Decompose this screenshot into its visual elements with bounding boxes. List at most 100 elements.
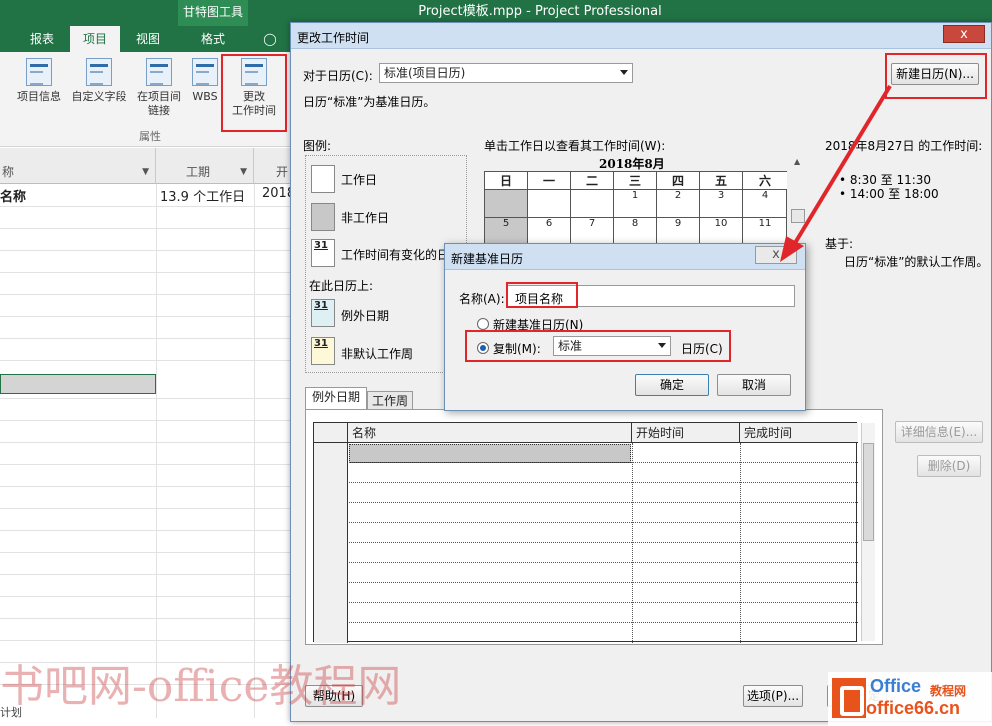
legend-nondefault-label: 非默认工作周 — [341, 347, 414, 361]
table-row[interactable] — [314, 623, 858, 643]
for-calendar-value: 标准(项目日历) — [384, 66, 466, 80]
logo-text-bottom: office66.cn — [866, 698, 961, 718]
details-button[interactable]: 详细信息(E)... — [895, 421, 983, 443]
legend-exception-label: 例外日期 — [341, 309, 390, 323]
table-row[interactable] — [314, 483, 858, 503]
calendar-day[interactable]: 6 — [528, 218, 571, 246]
new-base-calendar-dialog: 新建基准日历 x 名称(A): 项目名称 新建基准日历(N) 复制(M): 标准… — [444, 243, 806, 411]
options-button[interactable]: 选项(P)... — [743, 685, 803, 707]
highlight-box-ribbon — [221, 54, 287, 132]
tab-format[interactable]: 格式 — [186, 26, 240, 52]
table-row[interactable] — [314, 503, 858, 523]
chevron-down-icon — [620, 70, 628, 75]
table-row[interactable] — [314, 563, 858, 583]
table-row[interactable] — [314, 523, 858, 543]
dialog-title: 更改工作时间 — [297, 31, 370, 45]
calendar-day[interactable] — [485, 190, 528, 218]
legend-exception-swatch: 31 — [311, 299, 335, 327]
weekday-header: 三 — [614, 172, 657, 190]
task-duration-cell[interactable]: 13.9 个工作日 — [160, 186, 245, 205]
tab-report[interactable]: 报表 — [20, 26, 64, 52]
legend-on-this-calendar: 在此日历上: — [309, 279, 374, 293]
links-label-1: 在项目间 — [137, 90, 181, 103]
custom-fields-label: 自定义字段 — [71, 90, 127, 103]
links-between-projects-button[interactable]: 在项目间 链接 — [132, 58, 186, 118]
column-header-duration[interactable]: 工期 ▼ — [156, 148, 254, 184]
for-calendar-label: 对于日历(C): — [303, 69, 373, 83]
column-header-name[interactable]: 称 ▼ — [0, 148, 156, 184]
row-header-corner — [314, 423, 348, 443]
legend-nondefault-swatch: 31 — [311, 337, 335, 365]
ribbon-group-label: 属性 — [139, 130, 161, 143]
table-row[interactable] — [314, 583, 858, 603]
calendar-day[interactable]: 5 — [485, 218, 528, 246]
weekday-header: 二 — [571, 172, 614, 190]
legend-nonworkday-label: 非工作日 — [341, 211, 390, 225]
logo-text-top: Office — [870, 676, 922, 696]
tell-me-icon[interactable]: ◯ — [260, 26, 280, 52]
project-info-label: 项目信息 — [17, 90, 61, 103]
table-row[interactable] — [314, 543, 858, 563]
exceptions-table[interactable]: 名称 开始时间 完成时间 — [313, 422, 858, 643]
highlight-box-copy — [465, 330, 731, 362]
tab-exceptions[interactable]: 例外日期 — [305, 387, 367, 409]
column-header-start[interactable]: 开 — [254, 148, 295, 184]
calendar-day[interactable]: 9 — [657, 218, 700, 246]
cancel-button[interactable]: 取消 — [717, 374, 791, 396]
name-label: 名称(A): — [459, 292, 505, 306]
calendar-day[interactable]: 1 — [614, 190, 657, 218]
legend-changed-label: 工作时间有变化的日 — [341, 248, 450, 262]
calendar-day[interactable]: 3 — [700, 190, 743, 218]
month-calendar[interactable]: 日 一 二 三 四 五 六 1 2 3 4 5 6 7 8 9 10 11 — [484, 171, 787, 247]
table-row[interactable] — [314, 443, 858, 463]
subdialog-title: 新建基准日历 — [451, 252, 524, 266]
gantt-sheet: 称 ▼ 工期 ▼ 开 名称 13.9 个工作日 2018 — [0, 148, 295, 718]
calendar-prompt: 单击工作日以查看其工作时间(W): — [484, 139, 666, 153]
watermark-text: 书吧网-office教程网 — [0, 661, 402, 712]
custom-fields-button[interactable]: 自定义字段 — [68, 58, 130, 104]
weekday-header: 日 — [485, 172, 528, 190]
selected-row[interactable] — [0, 374, 156, 394]
annotation-arrow — [780, 84, 892, 262]
task-name-cell[interactable]: 名称 — [0, 186, 26, 205]
calendar-day[interactable] — [571, 190, 614, 218]
office-logo-icon — [832, 678, 866, 718]
column-header-start-time[interactable]: 开始时间 — [632, 423, 740, 443]
table-row[interactable] — [314, 603, 858, 623]
legend-nonworkday-swatch — [311, 203, 335, 231]
column-header-name[interactable]: 名称 — [348, 423, 632, 443]
legend-changed-swatch: 31 — [311, 239, 335, 267]
highlight-box-name — [506, 282, 578, 308]
column-header-finish-time[interactable]: 完成时间 — [740, 423, 858, 443]
subdialog-title-bar: 新建基准日历 x — [445, 244, 805, 270]
calendar-day[interactable]: 2 — [657, 190, 700, 218]
weekday-header: 五 — [700, 172, 743, 190]
highlight-box-new-calendar — [885, 53, 987, 99]
table-row[interactable] — [314, 463, 858, 483]
project-info-icon — [26, 58, 52, 86]
calendar-day[interactable]: 10 — [700, 218, 743, 246]
wbs-icon — [192, 58, 218, 86]
base-calendar-note: 日历“标准”为基准日历。 — [303, 95, 436, 109]
legend-workday-swatch — [311, 165, 335, 193]
calendar-day[interactable]: 8 — [614, 218, 657, 246]
tab-project[interactable]: 项目 — [70, 26, 120, 52]
wbs-button[interactable]: WBS — [188, 58, 222, 104]
table-scroll-thumb[interactable] — [863, 443, 874, 541]
project-info-button[interactable]: 项目信息 — [12, 58, 66, 104]
radio-new-base[interactable] — [477, 318, 489, 330]
for-calendar-select[interactable]: 标准(项目日历) — [379, 63, 633, 83]
links-label-2: 链接 — [148, 104, 170, 117]
tab-work-weeks[interactable]: 工作周 — [367, 391, 413, 411]
tab-view[interactable]: 视图 — [126, 26, 170, 52]
legend-workday-label: 工作日 — [341, 173, 378, 187]
legend-title: 图例: — [303, 139, 332, 153]
calendar-day[interactable]: 7 — [571, 218, 614, 246]
calendar-day[interactable] — [528, 190, 571, 218]
close-icon[interactable]: x — [943, 25, 985, 43]
delete-button[interactable]: 删除(D) — [917, 455, 981, 477]
logo-text-cn: 教程网 — [930, 684, 967, 698]
ok-button[interactable]: 确定 — [635, 374, 709, 396]
dialog-title-bar: 更改工作时间 x — [291, 23, 991, 49]
weekday-header: 一 — [528, 172, 571, 190]
